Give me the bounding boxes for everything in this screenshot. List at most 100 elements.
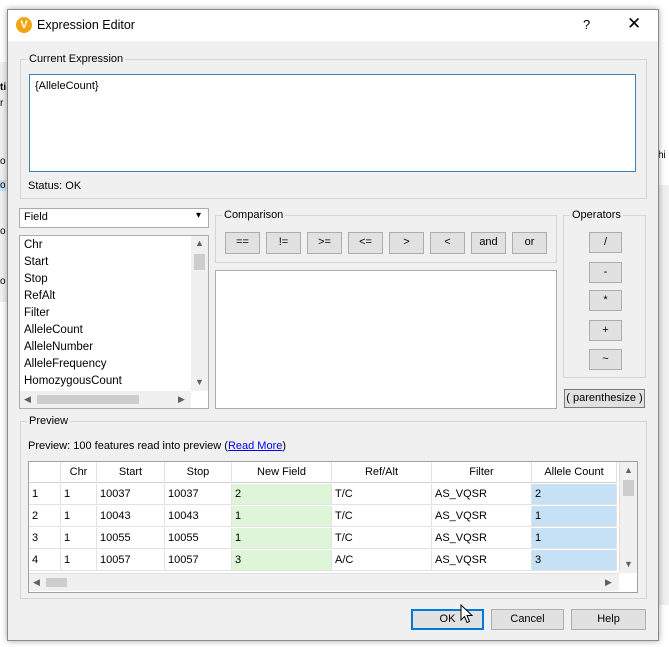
background-fragment: ti <box>0 82 7 93</box>
row-number-cell[interactable]: 3 <box>29 528 61 549</box>
table-cell[interactable]: T/C <box>332 528 432 549</box>
column-header[interactable]: Ref/Alt <box>332 462 432 483</box>
scroll-right-icon[interactable]: ▶ <box>605 577 612 588</box>
table-cell[interactable]: 10055 <box>165 528 232 549</box>
field-list-item[interactable]: AlleleCount <box>24 324 83 336</box>
field-list-vertical-scrollbar[interactable]: ▲ ▼ <box>191 236 208 391</box>
scroll-thumb[interactable] <box>194 254 205 270</box>
row-number-cell[interactable]: 2 <box>29 506 61 527</box>
table-cell[interactable]: A/C <box>332 550 432 571</box>
field-list-item[interactable]: Chr <box>24 239 43 251</box>
expression-input[interactable]: {AlleleCount} <box>29 74 636 172</box>
field-list-item[interactable]: HomozygousCount <box>24 375 122 387</box>
column-header[interactable]: Allele Count <box>532 462 617 483</box>
help-button[interactable]: Help <box>571 609 646 630</box>
table-cell[interactable]: 3 <box>532 550 617 571</box>
table-cell[interactable]: 1 <box>232 506 332 527</box>
equals-button[interactable]: == <box>225 232 260 254</box>
divide-button[interactable]: / <box>589 232 622 253</box>
scroll-left-icon[interactable]: ◀ <box>24 394 31 405</box>
scroll-up-icon[interactable]: ▲ <box>195 238 204 248</box>
field-list-item[interactable]: AlleleFrequency <box>24 358 106 370</box>
table-cell[interactable]: 1 <box>61 506 97 527</box>
preview-vertical-scrollbar[interactable]: ▲ ▼ <box>619 462 637 573</box>
mouse-cursor-icon <box>460 604 474 624</box>
scroll-down-icon[interactable]: ▼ <box>195 377 204 387</box>
and-button[interactable]: and <box>471 232 506 254</box>
table-cell[interactable]: 10037 <box>165 484 232 505</box>
table-cell[interactable]: 1 <box>532 528 617 549</box>
close-button[interactable]: ✕ <box>627 14 641 34</box>
less-equal-button[interactable]: <= <box>348 232 383 254</box>
plus-button[interactable]: + <box>589 320 622 341</box>
table-cell[interactable]: AS_VQSR <box>432 506 532 527</box>
background-fragment: o <box>0 156 6 167</box>
cancel-button[interactable]: Cancel <box>491 609 564 630</box>
table-cell[interactable]: AS_VQSR <box>432 550 532 571</box>
preview-horizontal-scrollbar[interactable]: ◀ ▶ <box>29 573 619 591</box>
minus-button[interactable]: - <box>589 262 622 283</box>
row-number-header[interactable] <box>29 462 61 483</box>
column-header[interactable]: New Field <box>232 462 332 483</box>
field-list-item[interactable]: AlleleNumber <box>24 341 93 353</box>
field-list-item[interactable]: Filter <box>24 307 50 319</box>
table-cell[interactable]: 10043 <box>165 506 232 527</box>
chevron-down-icon: ▾ <box>196 210 202 221</box>
table-cell[interactable]: 1 <box>61 550 97 571</box>
table-cell[interactable]: 10037 <box>97 484 165 505</box>
column-header[interactable]: Chr <box>61 462 97 483</box>
field-list-item[interactable]: RefAlt <box>24 290 55 302</box>
field-list[interactable]: Chr Start Stop RefAlt Filter AlleleCount… <box>19 235 209 409</box>
scroll-thumb[interactable] <box>37 395 139 404</box>
column-header[interactable]: Filter <box>432 462 532 483</box>
background-fragment: o <box>0 180 6 191</box>
title-help-button[interactable]: ? <box>583 17 590 32</box>
column-header[interactable]: Stop <box>165 462 232 483</box>
table-cell[interactable]: T/C <box>332 506 432 527</box>
column-header[interactable]: Start <box>97 462 165 483</box>
background-fragment: o <box>0 276 6 287</box>
scroll-up-icon[interactable]: ▲ <box>624 465 633 475</box>
read-more-link[interactable]: Read More <box>228 440 282 452</box>
field-type-select[interactable]: Field ▾ <box>19 208 209 228</box>
table-cell[interactable]: 2 <box>232 484 332 505</box>
row-number-cell[interactable]: 1 <box>29 484 61 505</box>
multiply-button[interactable]: * <box>589 290 622 311</box>
background-fragment: o <box>0 226 6 237</box>
preview-table[interactable]: Chr Start Stop New Field Ref/Alt Filter Allele… <box>28 461 638 593</box>
field-list-horizontal-scrollbar[interactable]: ◀ ▶ <box>20 391 191 408</box>
tilde-button[interactable]: ~ <box>589 349 622 370</box>
table-cell[interactable]: 1 <box>232 528 332 549</box>
greater-than-button[interactable]: > <box>389 232 424 254</box>
greater-equal-button[interactable]: >= <box>307 232 342 254</box>
expression-value: {AlleleCount} <box>35 80 99 92</box>
table-cell[interactable]: 2 <box>532 484 617 505</box>
scroll-thumb[interactable] <box>46 578 67 587</box>
table-cell[interactable]: 1 <box>532 506 617 527</box>
scroll-right-icon[interactable]: ▶ <box>178 394 185 405</box>
expression-builder-area[interactable] <box>215 270 557 409</box>
table-cell[interactable]: 10055 <box>97 528 165 549</box>
operators-legend: Operators <box>572 209 621 221</box>
table-cell[interactable]: 10043 <box>97 506 165 527</box>
scroll-thumb[interactable] <box>623 480 634 496</box>
table-cell[interactable]: AS_VQSR <box>432 484 532 505</box>
table-cell[interactable]: 10057 <box>165 550 232 571</box>
parenthesize-button[interactable]: ( parenthesize ) <box>564 389 645 408</box>
table-cell[interactable]: 1 <box>61 484 97 505</box>
scroll-left-icon[interactable]: ◀ <box>33 577 40 588</box>
table-cell[interactable]: 1 <box>61 528 97 549</box>
field-list-item[interactable]: Stop <box>24 273 48 285</box>
scroll-down-icon[interactable]: ▼ <box>624 559 633 569</box>
less-than-button[interactable]: < <box>430 232 465 254</box>
table-cell[interactable]: T/C <box>332 484 432 505</box>
table-cell[interactable]: 3 <box>232 550 332 571</box>
app-logo-icon: V <box>16 17 32 33</box>
field-list-item[interactable]: Start <box>24 256 48 268</box>
table-cell[interactable]: AS_VQSR <box>432 528 532 549</box>
row-number-cell[interactable]: 4 <box>29 550 61 571</box>
background-fragment: hi <box>658 150 666 161</box>
not-equals-button[interactable]: != <box>266 232 301 254</box>
or-button[interactable]: or <box>512 232 547 254</box>
table-cell[interactable]: 10057 <box>97 550 165 571</box>
